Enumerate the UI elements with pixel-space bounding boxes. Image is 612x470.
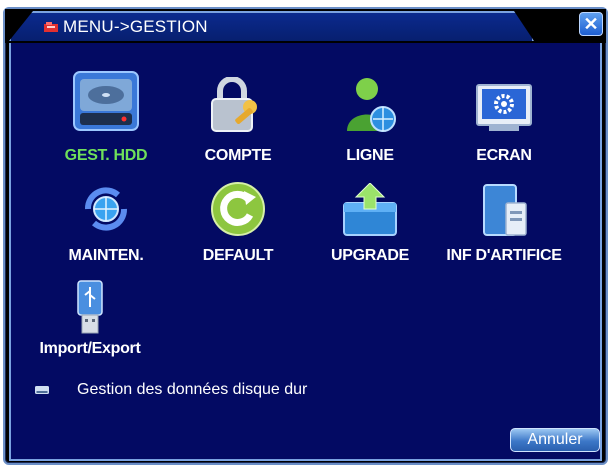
- window-title: MENU->GESTION: [63, 17, 208, 36]
- menu-item-inf-dartifice[interactable]: INF D'ARTIFICE: [439, 181, 569, 271]
- menu-title-icon: [44, 22, 58, 32]
- menu-item-label: GEST. HDD: [64, 147, 148, 164]
- menu-item-label: COMPTE: [204, 147, 272, 164]
- hdd-small-icon: [35, 386, 49, 394]
- menu-item-label: INF D'ARTIFICE: [446, 247, 562, 264]
- close-button[interactable]: ✕: [579, 12, 603, 36]
- hdd-icon: [73, 71, 139, 131]
- close-icon: ✕: [583, 13, 599, 34]
- menu-item-label: MAINTEN.: [68, 247, 144, 264]
- globe-refresh-icon: [85, 187, 127, 231]
- menu-item-label: ECRAN: [476, 147, 532, 164]
- menu-item-ligne[interactable]: LIGNE: [305, 71, 435, 171]
- user-globe-icon: [347, 78, 396, 132]
- upgrade-arrow-icon: [343, 183, 397, 236]
- menu-item-default[interactable]: DEFAULT: [173, 181, 303, 271]
- menu-item-gest-hdd[interactable]: GEST. HDD: [41, 71, 171, 171]
- menu-item-ecran[interactable]: ECRAN: [439, 71, 569, 171]
- device-info-icon: [483, 184, 527, 236]
- menu-item-label: Import/Export: [39, 340, 141, 357]
- menu-item-label: UPGRADE: [331, 247, 409, 264]
- padlock-key-icon: [211, 77, 257, 132]
- status-text: Gestion des données disque dur: [77, 381, 308, 398]
- monitor-gear-icon: [476, 84, 532, 131]
- title-bar: MENU->GESTION ✕: [5, 9, 606, 43]
- main-panel: GEST. HDD COMPTE LIGNE ECRAN MAINTEN. DE…: [9, 43, 602, 461]
- menu-item-label: LIGNE: [346, 147, 394, 164]
- gestion-window: MENU->GESTION ✕ GEST. HDD COMPTE LIGNE E…: [3, 7, 608, 465]
- usb-drive-icon: [77, 280, 103, 334]
- menu-item-mainten[interactable]: MAINTEN.: [41, 181, 171, 271]
- menu-item-compte[interactable]: COMPTE: [173, 71, 303, 171]
- cancel-button[interactable]: Annuler: [510, 428, 600, 452]
- menu-item-label: DEFAULT: [202, 247, 274, 264]
- menu-item-import-export[interactable]: Import/Export: [25, 279, 155, 363]
- reset-icon: [211, 182, 265, 236]
- menu-item-upgrade[interactable]: UPGRADE: [305, 181, 435, 271]
